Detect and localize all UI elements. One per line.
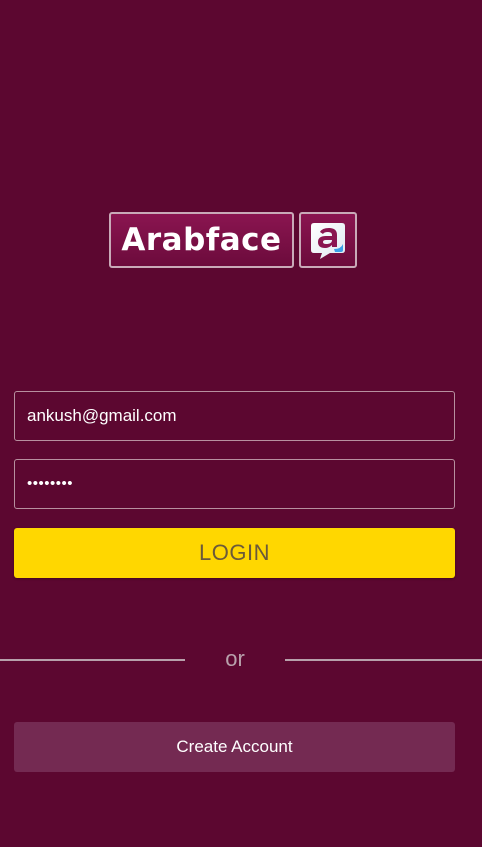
- divider-left-line: [0, 659, 185, 661]
- app-logo: Arabface: [109, 212, 359, 270]
- logo-text: Arabface: [121, 222, 282, 258]
- or-divider-label: or: [225, 646, 245, 671]
- arabface-a-icon: [299, 212, 357, 268]
- email-field[interactable]: [14, 391, 455, 441]
- logo-wordmark: Arabface: [109, 212, 294, 268]
- create-account-label: Create Account: [176, 737, 293, 756]
- password-field[interactable]: ••••••••: [14, 459, 455, 509]
- password-input[interactable]: ••••••••: [27, 460, 73, 508]
- login-button[interactable]: LOGIN: [14, 528, 455, 578]
- divider-right-line: [285, 659, 482, 661]
- create-account-button[interactable]: Create Account: [14, 722, 455, 772]
- email-input[interactable]: [15, 392, 454, 440]
- login-button-label: LOGIN: [199, 540, 270, 565]
